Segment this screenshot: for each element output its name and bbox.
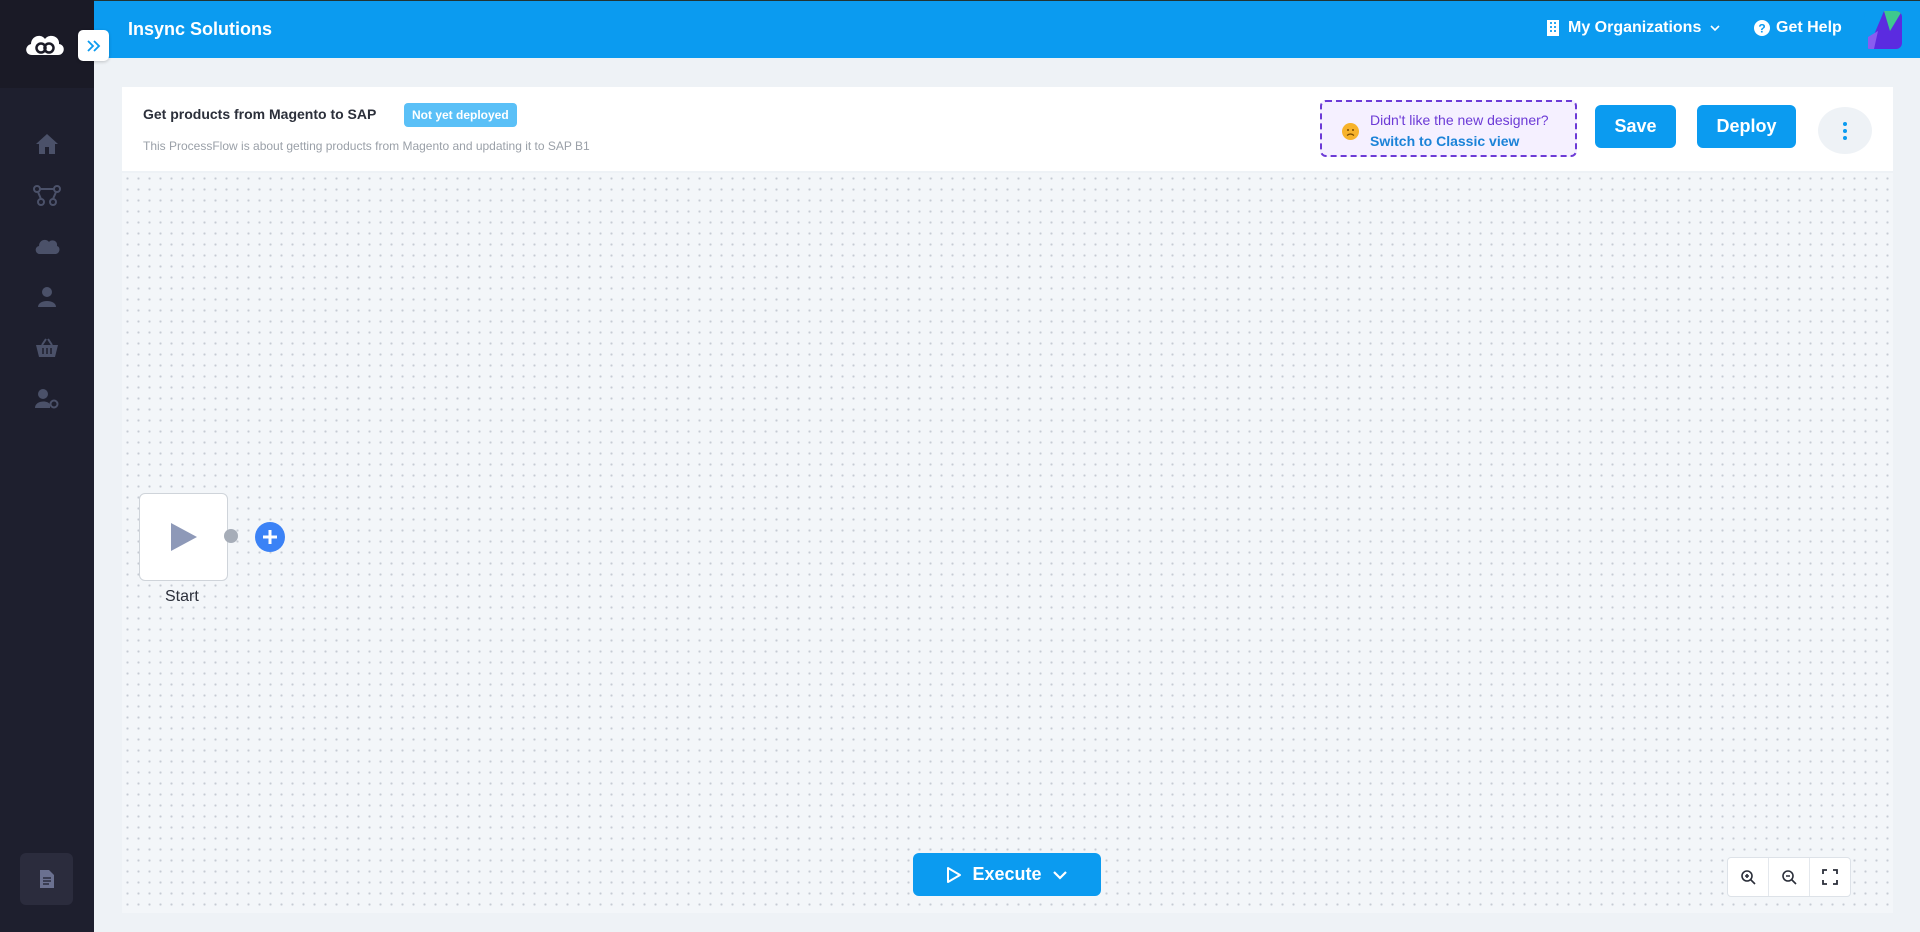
- cloud-logo-icon: [26, 35, 64, 55]
- process-flow-icon: [33, 184, 61, 206]
- get-help-link[interactable]: ? Get Help: [1754, 19, 1842, 37]
- execute-label: Execute: [972, 864, 1042, 884]
- start-node[interactable]: [139, 493, 228, 581]
- classic-view-question: Didn't like the new designer?: [1370, 112, 1549, 128]
- start-node-label: Start: [165, 588, 199, 605]
- zoom-out-button[interactable]: [1769, 858, 1810, 896]
- sidebar-nav: [0, 118, 94, 424]
- document-icon: [39, 870, 54, 888]
- process-flow-title: Get products from Magento to SAP: [143, 106, 377, 122]
- start-node-handle[interactable]: [224, 529, 238, 543]
- zoom-out-icon: [1782, 870, 1797, 885]
- user-settings-icon: [35, 388, 59, 408]
- organizations-menu[interactable]: My Organizations: [1546, 19, 1721, 37]
- process-flow-description: This ProcessFlow is about getting produc…: [143, 139, 590, 153]
- cloud-icon: [35, 239, 60, 254]
- add-step-button[interactable]: [255, 522, 285, 552]
- zoom-controls: [1727, 857, 1851, 897]
- disappointed-face-icon: [1342, 123, 1359, 140]
- user-icon: [38, 286, 56, 307]
- sidebar-item-user-settings[interactable]: [0, 373, 94, 424]
- play-outline-icon: [947, 866, 962, 883]
- home-icon: [36, 133, 58, 154]
- user-avatar[interactable]: [1864, 11, 1902, 49]
- get-help-label: Get Help: [1776, 19, 1842, 36]
- documentation-button[interactable]: [20, 853, 73, 905]
- play-icon: [170, 523, 197, 551]
- chevron-down-icon: [1710, 25, 1720, 32]
- classic-view-prompt: Didn't like the new designer? Switch to …: [1320, 100, 1577, 157]
- fullscreen-icon: [1822, 869, 1838, 885]
- expand-sidebar-button[interactable]: [78, 30, 109, 61]
- building-icon: [1547, 20, 1559, 36]
- sidebar-item-cloud[interactable]: [0, 220, 94, 271]
- execute-button[interactable]: Execute: [913, 853, 1101, 896]
- plus-icon: [263, 530, 277, 544]
- more-options-button[interactable]: [1818, 107, 1872, 154]
- organizations-label: My Organizations: [1568, 19, 1702, 36]
- kebab-menu-icon: [1843, 121, 1847, 140]
- sidebar-item-users[interactable]: [0, 271, 94, 322]
- fit-view-button[interactable]: [1810, 858, 1850, 896]
- svg-text:?: ?: [1758, 22, 1765, 36]
- process-flow-info-panel: Get products from Magento to SAP Not yet…: [122, 87, 1893, 171]
- save-button[interactable]: Save: [1595, 105, 1676, 148]
- avatar-logo-icon: [1864, 11, 1902, 49]
- zoom-in-icon: [1741, 870, 1756, 885]
- brand-title: Insync Solutions: [128, 19, 273, 39]
- sidebar-item-process-flow[interactable]: [0, 169, 94, 220]
- basket-icon: [36, 337, 58, 357]
- sidebar: [0, 0, 94, 932]
- top-header: Insync Solutions My Organizations ? Get …: [94, 0, 1920, 58]
- chevron-down-icon[interactable]: [1052, 870, 1068, 880]
- double-chevron-right-icon: [86, 39, 100, 52]
- help-icon: ?: [1754, 20, 1770, 36]
- switch-to-classic-link[interactable]: Switch to Classic view: [1370, 133, 1519, 149]
- zoom-in-button[interactable]: [1728, 858, 1769, 896]
- sidebar-item-marketplace[interactable]: [0, 322, 94, 373]
- deployment-status-badge: Not yet deployed: [404, 103, 517, 127]
- sidebar-item-home[interactable]: [0, 118, 94, 169]
- flow-canvas[interactable]: Start: [122, 173, 1893, 913]
- deploy-button[interactable]: Deploy: [1697, 105, 1796, 148]
